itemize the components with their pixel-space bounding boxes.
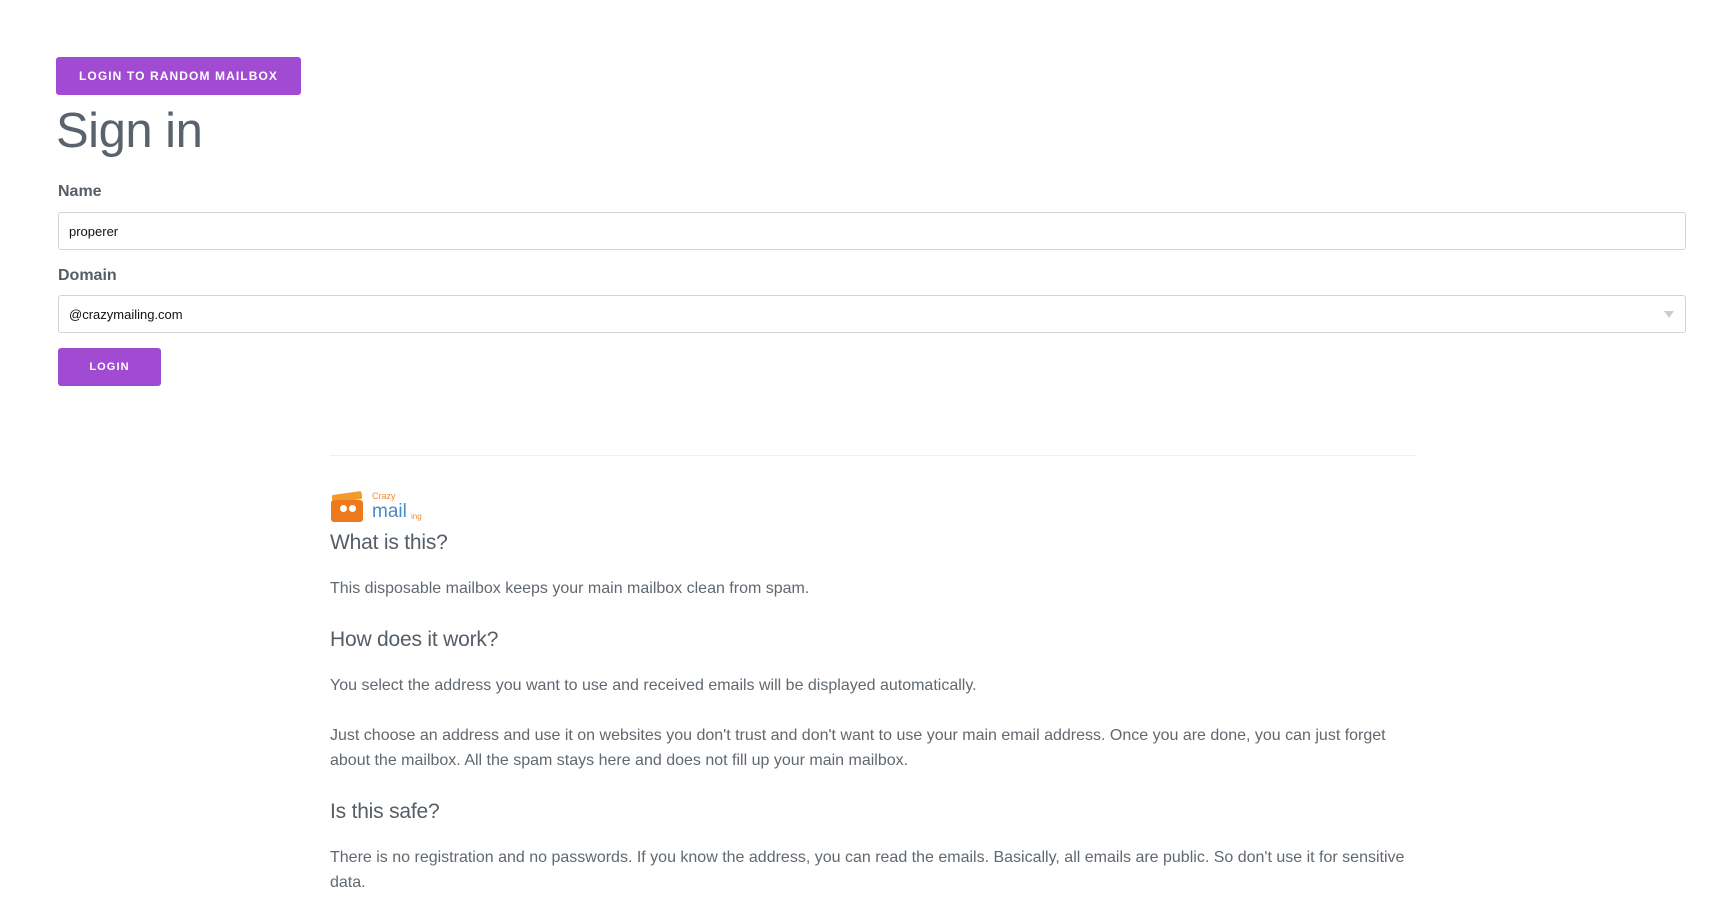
how-text-1: You select the address you want to use a…	[330, 677, 977, 694]
login-button[interactable]: LOGIN	[58, 348, 161, 386]
safe-heading: Is this safe?	[330, 800, 440, 823]
mailbox-mascot-icon	[330, 490, 366, 524]
domain-label: Domain	[58, 267, 117, 284]
name-input[interactable]	[58, 212, 1686, 250]
info-section: Crazy mail ing What is this? This dispos…	[330, 488, 1420, 895]
login-random-mailbox-button[interactable]: LOGIN TO RANDOM MAILBOX	[56, 57, 301, 95]
logo-text-ing: ing	[411, 512, 422, 521]
logo-wordmark: Crazy mail ing	[372, 490, 432, 524]
page: LOGIN TO RANDOM MAILBOX Sign in Name Dom…	[0, 0, 1736, 916]
domain-select-value: @crazymailing.com	[69, 306, 183, 322]
crazymailing-logo: Crazy mail ing	[330, 488, 1420, 524]
what-heading: What is this?	[330, 531, 448, 554]
what-text: This disposable mailbox keeps your main …	[330, 580, 810, 597]
how-text-2: Just choose an address and use it on web…	[330, 727, 1386, 769]
divider	[330, 455, 1415, 456]
name-label: Name	[58, 183, 102, 200]
page-title: Sign in	[56, 104, 203, 158]
chevron-down-icon	[1664, 310, 1674, 318]
safe-text: There is no registration and no password…	[330, 849, 1405, 891]
logo-text-crazy: Crazy	[372, 491, 396, 501]
logo-text-mail: mail	[372, 501, 407, 522]
how-heading: How does it work?	[330, 628, 499, 651]
domain-select[interactable]: @crazymailing.com	[58, 295, 1686, 333]
